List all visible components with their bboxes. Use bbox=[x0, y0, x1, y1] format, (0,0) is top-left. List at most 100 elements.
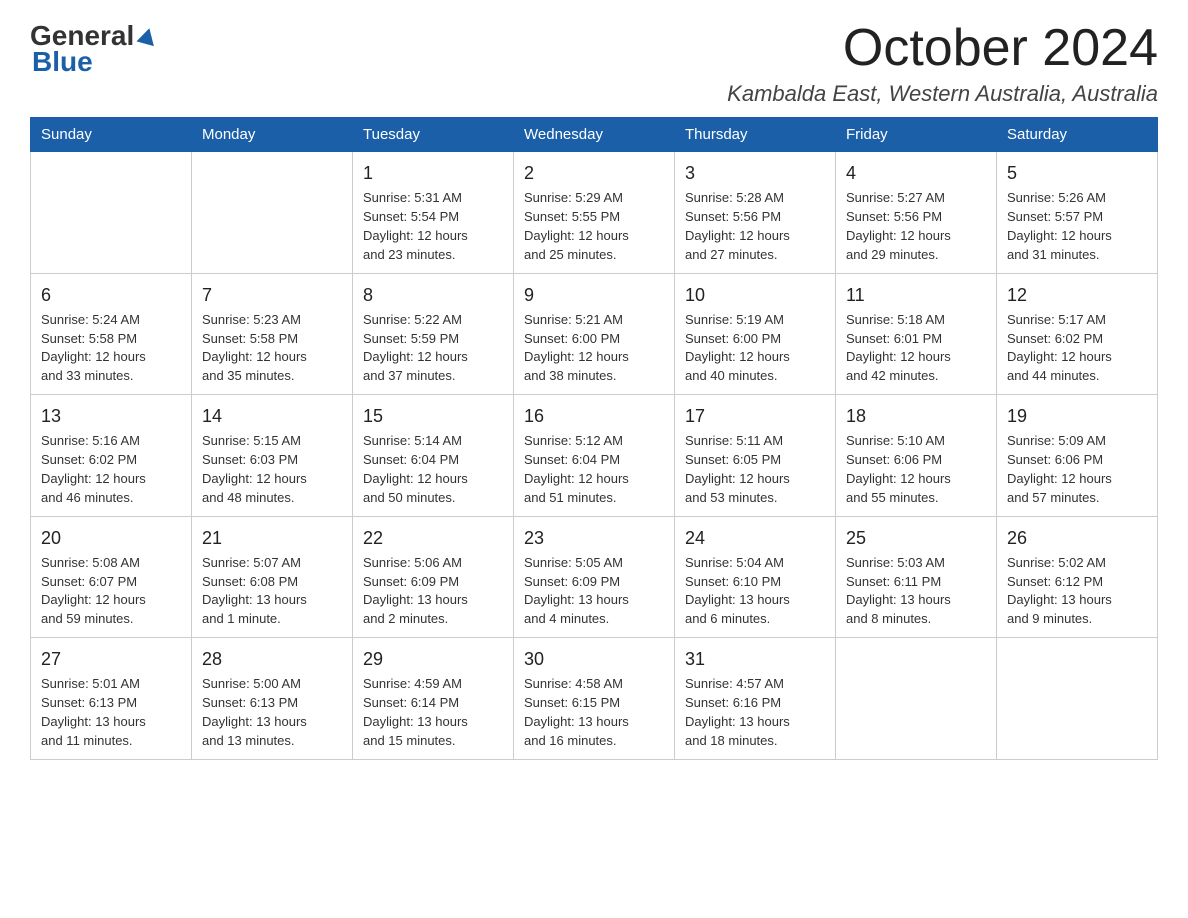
table-row: 3 Sunrise: 5:28 AM Sunset: 5:56 PM Daylig… bbox=[675, 152, 836, 273]
day-number: 9 bbox=[524, 282, 664, 308]
day-number: 1 bbox=[363, 160, 503, 186]
day-number: 3 bbox=[685, 160, 825, 186]
day-number: 22 bbox=[363, 525, 503, 551]
col-wednesday: Wednesday bbox=[514, 118, 675, 152]
table-row bbox=[997, 638, 1158, 759]
table-row: 30 Sunrise: 4:58 AM Sunset: 6:15 PM Dayli… bbox=[514, 638, 675, 759]
day-info: Sunrise: 5:23 AM Sunset: 5:58 PM Dayligh… bbox=[202, 311, 342, 386]
col-friday: Friday bbox=[836, 118, 997, 152]
day-info: Sunrise: 5:09 AM Sunset: 6:06 PM Dayligh… bbox=[1007, 432, 1147, 507]
day-info: Sunrise: 5:19 AM Sunset: 6:00 PM Dayligh… bbox=[685, 311, 825, 386]
table-row: 27Sunrise: 5:01 AM Sunset: 6:13 PM Dayli… bbox=[31, 638, 192, 759]
day-info: Sunrise: 5:21 AM Sunset: 6:00 PM Dayligh… bbox=[524, 311, 664, 386]
day-number: 19 bbox=[1007, 403, 1147, 429]
table-row bbox=[836, 638, 997, 759]
day-number: 11 bbox=[846, 282, 986, 308]
table-row: 12 Sunrise: 5:17 AM Sunset: 6:02 PM Dayli… bbox=[997, 273, 1158, 394]
day-info: Sunrise: 5:26 AM Sunset: 5:57 PM Dayligh… bbox=[1007, 189, 1147, 264]
table-row: 28Sunrise: 5:00 AM Sunset: 6:13 PM Dayli… bbox=[192, 638, 353, 759]
calendar-week-row: 6 Sunrise: 5:24 AM Sunset: 5:58 PM Daylig… bbox=[31, 273, 1158, 394]
day-info: Sunrise: 5:22 AM Sunset: 5:59 PM Dayligh… bbox=[363, 311, 503, 386]
day-number: 20 bbox=[41, 525, 181, 551]
col-saturday: Saturday bbox=[997, 118, 1158, 152]
day-number: 15 bbox=[363, 403, 503, 429]
col-tuesday: Tuesday bbox=[353, 118, 514, 152]
table-row: 2 Sunrise: 5:29 AM Sunset: 5:55 PM Daylig… bbox=[514, 152, 675, 273]
day-info: Sunrise: 5:03 AM Sunset: 6:11 PM Dayligh… bbox=[846, 554, 986, 629]
day-info: Sunrise: 5:02 AM Sunset: 6:12 PM Dayligh… bbox=[1007, 554, 1147, 629]
day-number: 2 bbox=[524, 160, 664, 186]
day-info: Sunrise: 5:18 AM Sunset: 6:01 PM Dayligh… bbox=[846, 311, 986, 386]
day-number: 8 bbox=[363, 282, 503, 308]
day-info: Sunrise: 5:15 AM Sunset: 6:03 PM Dayligh… bbox=[202, 432, 342, 507]
day-info: Sunrise: 5:17 AM Sunset: 6:02 PM Dayligh… bbox=[1007, 311, 1147, 386]
day-number: 23 bbox=[524, 525, 664, 551]
title-section: October 2024 Kambalda East, Western Aust… bbox=[727, 20, 1158, 107]
table-row: 4 Sunrise: 5:27 AM Sunset: 5:56 PM Daylig… bbox=[836, 152, 997, 273]
calendar-table: Sunday Monday Tuesday Wednesday Thursday… bbox=[30, 117, 1158, 759]
month-title: October 2024 bbox=[727, 20, 1158, 77]
day-info: Sunrise: 4:58 AM Sunset: 6:15 PM Dayligh… bbox=[524, 675, 664, 750]
table-row: 13 Sunrise: 5:16 AM Sunset: 6:02 PM Dayli… bbox=[31, 395, 192, 516]
day-number: 30 bbox=[524, 646, 664, 672]
day-number: 24 bbox=[685, 525, 825, 551]
day-number: 17 bbox=[685, 403, 825, 429]
day-info: Sunrise: 5:12 AM Sunset: 6:04 PM Dayligh… bbox=[524, 432, 664, 507]
location-title: Kambalda East, Western Australia, Austra… bbox=[727, 81, 1158, 107]
day-number: 14 bbox=[202, 403, 342, 429]
table-row bbox=[192, 152, 353, 273]
day-number: 25 bbox=[846, 525, 986, 551]
day-info: Sunrise: 5:29 AM Sunset: 5:55 PM Dayligh… bbox=[524, 189, 664, 264]
table-row: 26 Sunrise: 5:02 AM Sunset: 6:12 PM Dayli… bbox=[997, 516, 1158, 637]
table-row: 5 Sunrise: 5:26 AM Sunset: 5:57 PM Daylig… bbox=[997, 152, 1158, 273]
day-number: 26 bbox=[1007, 525, 1147, 551]
table-row: 18 Sunrise: 5:10 AM Sunset: 6:06 PM Dayli… bbox=[836, 395, 997, 516]
table-row: 9 Sunrise: 5:21 AM Sunset: 6:00 PM Daylig… bbox=[514, 273, 675, 394]
day-info: Sunrise: 5:28 AM Sunset: 5:56 PM Dayligh… bbox=[685, 189, 825, 264]
day-number: 28 bbox=[202, 646, 342, 672]
day-number: 4 bbox=[846, 160, 986, 186]
table-row: 6 Sunrise: 5:24 AM Sunset: 5:58 PM Daylig… bbox=[31, 273, 192, 394]
day-info: Sunrise: 5:27 AM Sunset: 5:56 PM Dayligh… bbox=[846, 189, 986, 264]
day-info: Sunrise: 5:24 AM Sunset: 5:58 PM Dayligh… bbox=[41, 311, 181, 386]
table-row: 11 Sunrise: 5:18 AM Sunset: 6:01 PM Dayli… bbox=[836, 273, 997, 394]
day-info: Sunrise: 4:59 AM Sunset: 6:14 PM Dayligh… bbox=[363, 675, 503, 750]
day-number: 21 bbox=[202, 525, 342, 551]
calendar-week-row: 13 Sunrise: 5:16 AM Sunset: 6:02 PM Dayli… bbox=[31, 395, 1158, 516]
table-row: 15Sunrise: 5:14 AM Sunset: 6:04 PM Dayli… bbox=[353, 395, 514, 516]
header: General Blue October 2024 Kambalda East,… bbox=[30, 20, 1158, 107]
table-row: 20 Sunrise: 5:08 AM Sunset: 6:07 PM Dayli… bbox=[31, 516, 192, 637]
table-row: 21Sunrise: 5:07 AM Sunset: 6:08 PM Dayli… bbox=[192, 516, 353, 637]
table-row: 14 Sunrise: 5:15 AM Sunset: 6:03 PM Dayli… bbox=[192, 395, 353, 516]
day-number: 6 bbox=[41, 282, 181, 308]
calendar-week-row: 27Sunrise: 5:01 AM Sunset: 6:13 PM Dayli… bbox=[31, 638, 1158, 759]
day-info: Sunrise: 5:06 AM Sunset: 6:09 PM Dayligh… bbox=[363, 554, 503, 629]
table-row: 7 Sunrise: 5:23 AM Sunset: 5:58 PM Daylig… bbox=[192, 273, 353, 394]
table-row: 17Sunrise: 5:11 AM Sunset: 6:05 PM Dayli… bbox=[675, 395, 836, 516]
day-number: 10 bbox=[685, 282, 825, 308]
day-number: 27 bbox=[41, 646, 181, 672]
table-row: 24 Sunrise: 5:04 AM Sunset: 6:10 PM Dayli… bbox=[675, 516, 836, 637]
table-row: 10 Sunrise: 5:19 AM Sunset: 6:00 PM Dayli… bbox=[675, 273, 836, 394]
day-number: 5 bbox=[1007, 160, 1147, 186]
table-row: 29Sunrise: 4:59 AM Sunset: 6:14 PM Dayli… bbox=[353, 638, 514, 759]
day-number: 7 bbox=[202, 282, 342, 308]
day-info: Sunrise: 5:10 AM Sunset: 6:06 PM Dayligh… bbox=[846, 432, 986, 507]
table-row bbox=[31, 152, 192, 273]
table-row: 8 Sunrise: 5:22 AM Sunset: 5:59 PM Daylig… bbox=[353, 273, 514, 394]
table-row: 31Sunrise: 4:57 AM Sunset: 6:16 PM Dayli… bbox=[675, 638, 836, 759]
day-number: 16 bbox=[524, 403, 664, 429]
table-row: 23Sunrise: 5:05 AM Sunset: 6:09 PM Dayli… bbox=[514, 516, 675, 637]
day-number: 13 bbox=[41, 403, 181, 429]
col-sunday: Sunday bbox=[31, 118, 192, 152]
logo-text-blue: Blue bbox=[32, 46, 93, 78]
day-number: 18 bbox=[846, 403, 986, 429]
day-info: Sunrise: 5:16 AM Sunset: 6:02 PM Dayligh… bbox=[41, 432, 181, 507]
logo-arrow-icon bbox=[136, 26, 158, 48]
day-info: Sunrise: 5:08 AM Sunset: 6:07 PM Dayligh… bbox=[41, 554, 181, 629]
calendar-week-row: 20 Sunrise: 5:08 AM Sunset: 6:07 PM Dayli… bbox=[31, 516, 1158, 637]
day-number: 12 bbox=[1007, 282, 1147, 308]
logo: General Blue bbox=[30, 20, 158, 78]
day-info: Sunrise: 5:04 AM Sunset: 6:10 PM Dayligh… bbox=[685, 554, 825, 629]
day-info: Sunrise: 5:31 AM Sunset: 5:54 PM Dayligh… bbox=[363, 189, 503, 264]
